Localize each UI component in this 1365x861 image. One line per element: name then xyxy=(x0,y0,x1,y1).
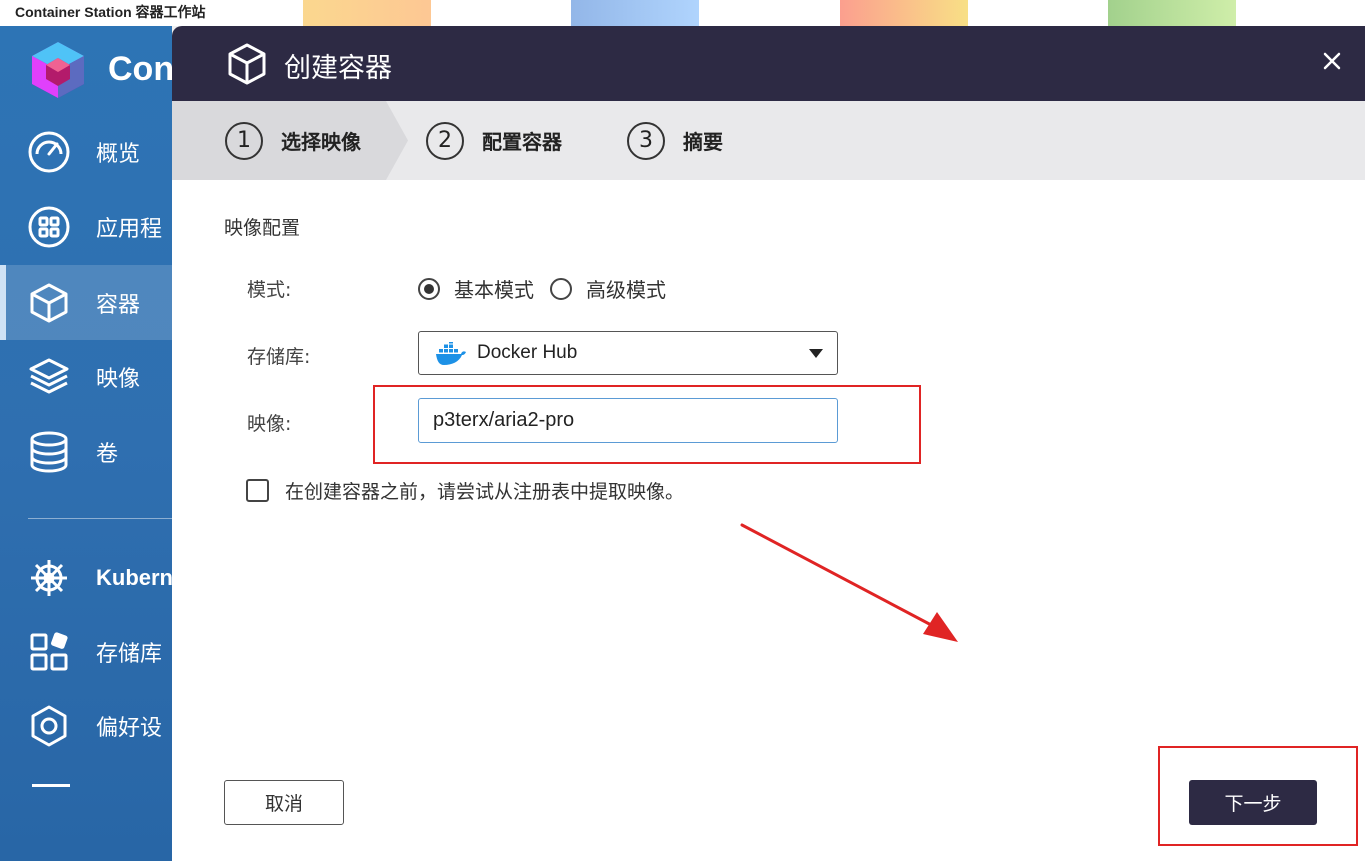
sidebar-item-label: 卷 xyxy=(96,441,119,467)
create-container-dialog: 创建容器 1 选择映像 2 配置容器 3 摘要 映像配置 模式: 基本模式 高级… xyxy=(172,26,1365,861)
sidebar-item-label: 容器 xyxy=(96,292,141,318)
registry-value: Docker Hub xyxy=(477,342,578,363)
dialog-title: 创建容器 xyxy=(284,53,392,84)
annotation-arrow xyxy=(740,523,958,642)
window-title-bar: Container Station 容器工作站 xyxy=(0,0,1365,26)
close-icon xyxy=(1322,51,1342,75)
mode-label: 模式: xyxy=(247,279,292,301)
sidebar-item-label: 存储库 xyxy=(96,641,163,667)
registry-icon xyxy=(26,629,72,675)
step-label: 摘要 xyxy=(683,130,723,154)
cancel-button[interactable]: 取消 xyxy=(224,780,344,825)
next-button[interactable]: 下一步 xyxy=(1189,780,1317,825)
gear-icon xyxy=(26,703,72,749)
background-tile xyxy=(571,0,699,26)
registry-select[interactable]: Docker Hub xyxy=(418,331,838,375)
sidebar-divider xyxy=(28,518,172,519)
step-label: 选择映像 xyxy=(281,130,361,154)
cube-icon xyxy=(26,280,72,326)
layers-icon xyxy=(26,354,72,400)
brand-name: Con xyxy=(108,50,175,88)
apps-grid-icon xyxy=(26,204,72,250)
step-number: 3 xyxy=(627,121,665,160)
close-button[interactable] xyxy=(1314,48,1350,78)
step-number: 2 xyxy=(426,121,464,160)
docker-whale-icon xyxy=(435,340,467,370)
sidebar-item-label: 偏好设 xyxy=(96,715,163,741)
checkbox-label: 在创建容器之前，请尝试从注册表中提取映像。 xyxy=(285,481,685,503)
sidebar-item-registry[interactable]: 存储库 xyxy=(0,614,172,689)
background-tile xyxy=(840,0,968,26)
sidebar-item-label: 概览 xyxy=(96,141,141,167)
sidebar-item-images[interactable]: 映像 xyxy=(0,339,172,414)
step-summary: 3 摘要 xyxy=(627,101,723,180)
sidebar-item-applications[interactable]: 应用程 xyxy=(0,189,172,264)
background-tile xyxy=(303,0,431,26)
mode-radio-group: 基本模式 高级模式 xyxy=(418,274,682,303)
chevron-down-icon xyxy=(809,349,823,358)
step-number: 1 xyxy=(225,121,263,160)
dialog-header: 创建容器 xyxy=(172,26,1365,101)
container-station-logo-icon xyxy=(26,40,90,100)
radio-label: 基本模式 xyxy=(454,278,534,302)
sidebar-item-preferences[interactable]: 偏好设 xyxy=(0,688,172,763)
registry-label: 存储库: xyxy=(247,346,311,368)
step-label: 配置容器 xyxy=(482,130,562,154)
radio-label: 高级模式 xyxy=(586,278,666,302)
section-title: 映像配置 xyxy=(224,217,301,239)
sidebar-item-overview[interactable]: 概览 xyxy=(0,114,172,189)
radio-advanced-mode[interactable] xyxy=(550,277,572,300)
pull-image-option: 在创建容器之前，请尝试从注册表中提取映像。 xyxy=(246,477,684,504)
database-icon xyxy=(26,429,72,475)
step-select-image: 1 选择映像 xyxy=(225,101,361,180)
sidebar-item-label: 映像 xyxy=(96,366,141,392)
window-title: Container Station 容器工作站 xyxy=(15,4,206,20)
step-configure-container: 2 配置容器 xyxy=(426,101,562,180)
radio-basic-mode[interactable] xyxy=(418,277,440,300)
background-tile xyxy=(1108,0,1236,26)
sidebar-item-kubernetes[interactable]: Kubern xyxy=(0,540,173,615)
sidebar-item-label: 应用程 xyxy=(96,216,163,242)
sidebar: Con 概览 应用程 容器 映像 卷 Kubern 存储库 偏好设 xyxy=(0,26,175,861)
cube-icon xyxy=(226,42,268,90)
gauge-icon xyxy=(26,129,72,175)
sidebar-item-containers[interactable]: 容器 xyxy=(0,265,172,340)
sidebar-item-volumes[interactable]: 卷 xyxy=(0,414,172,489)
image-label: 映像: xyxy=(247,413,292,435)
sidebar-item-label: Kubern xyxy=(96,564,173,590)
sidebar-partial-icon xyxy=(32,784,70,787)
pull-image-checkbox[interactable] xyxy=(246,479,269,502)
wizard-steps: 1 选择映像 2 配置容器 3 摘要 xyxy=(172,101,1365,180)
helm-wheel-icon xyxy=(26,555,72,601)
image-input[interactable] xyxy=(418,398,838,443)
